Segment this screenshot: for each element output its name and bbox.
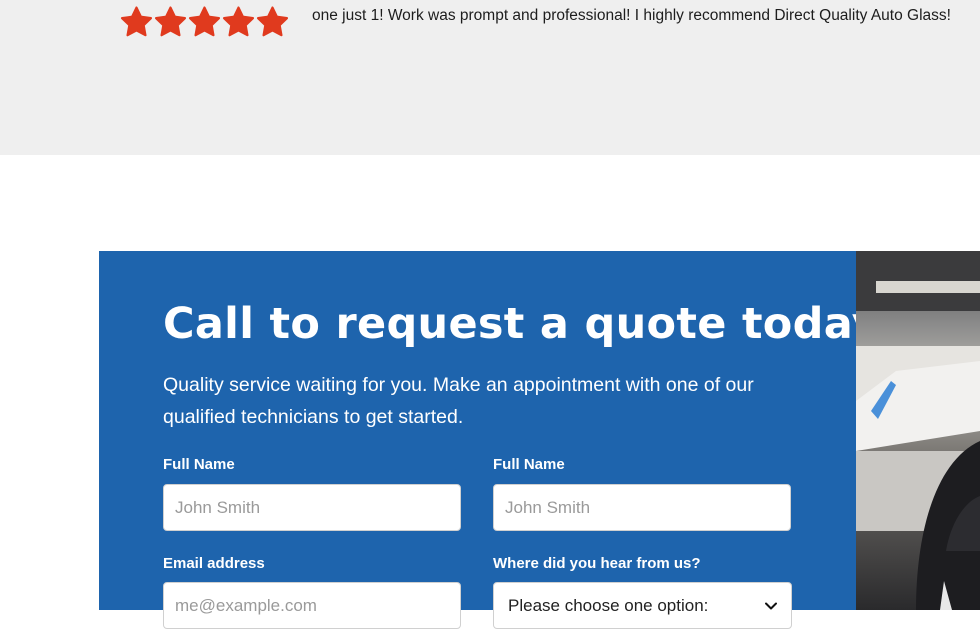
full-name-input-2[interactable]	[493, 484, 791, 531]
review-text: one just 1! Work was prompt and professi…	[312, 7, 951, 24]
star-rating	[120, 4, 289, 40]
chevron-down-icon	[765, 602, 777, 609]
star-icon	[120, 4, 153, 40]
referral-source-value: Please choose one option:	[508, 595, 709, 615]
full-name-label: Full Name	[163, 456, 235, 473]
referral-source-label: Where did you hear from us?	[493, 555, 701, 572]
quote-subtext: Quality service waiting for you. Make an…	[163, 374, 754, 428]
email-label: Email address	[163, 555, 265, 572]
star-icon	[188, 4, 221, 40]
full-name-input[interactable]	[163, 484, 461, 531]
star-icon	[222, 4, 255, 40]
full-name-label-2: Full Name	[493, 456, 565, 473]
referral-source-select[interactable]: Please choose one option:	[493, 582, 792, 629]
star-icon	[256, 4, 289, 40]
email-input[interactable]	[163, 582, 461, 629]
review-section: one just 1! Work was prompt and professi…	[0, 0, 980, 155]
star-icon	[154, 4, 187, 40]
technician-photo	[856, 251, 980, 610]
quote-heading: Call to request a quote today!	[163, 299, 900, 349]
quote-request-panel: Call to request a quote today! Quality s…	[99, 251, 900, 629]
